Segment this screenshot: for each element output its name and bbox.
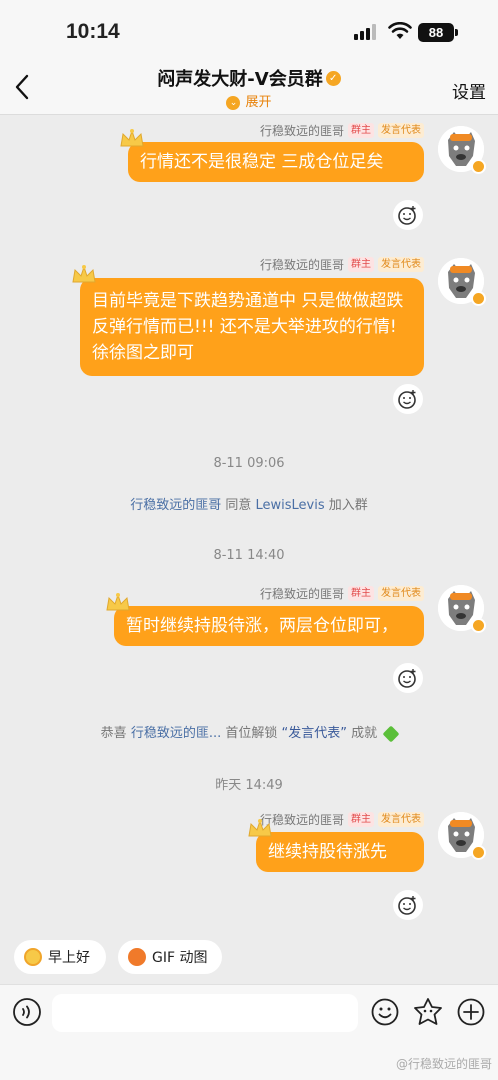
quick-reply-gif[interactable]: GIF 动图 [118,940,222,974]
add-reaction-button[interactable] [393,663,423,693]
rep-tag: 发言代表 [378,812,424,827]
sender-line: 行稳致远的匪哥 群主 发言代表 [260,811,424,828]
message-bubble[interactable]: 继续持股待涨先 [248,819,424,872]
add-reaction-button[interactable] [393,384,423,414]
voice-input-icon[interactable] [12,997,42,1027]
message-text: 继续持股待涨先 [268,842,387,862]
message-text: 暂时继续持股待涨，两层仓位即可， [126,616,398,636]
emoji-reaction-icon [398,669,416,688]
group-title[interactable]: 闷声发大财-V会员群 [157,69,322,90]
sender-line: 行稳致远的匪哥 群主 发言代表 [260,585,424,602]
sender-line: 行稳致远的匪哥 群主 发言代表 [260,122,424,139]
system-join-message: 行稳致远的匪哥 同意 LewisLevis 加入群 [0,494,498,513]
sender-name: 行稳致远的匪哥 [259,587,344,601]
emoji-reaction-icon [398,896,416,915]
crown-icon [120,129,144,147]
quick-reply-label: GIF 动图 [152,950,208,966]
owner-tag: 群主 [348,257,374,272]
status-bar: 10:14 88 [0,0,498,60]
vip-mark-icon [471,845,486,860]
owner-tag: 群主 [348,812,374,827]
system-user-link[interactable]: LewisLevis [256,498,325,513]
system-verb: 同意 [225,498,252,513]
sender-avatar[interactable] [438,812,486,860]
achievement-badge-name[interactable]: “发言代表” [282,726,347,741]
message-text: 行情还不是很稳定 三成仓位足矣 [140,152,384,172]
sender-line: 行稳致远的匪哥 群主 发言代表 [260,256,424,273]
vip-mark-icon [471,618,486,633]
owner-tag: 群主 [348,586,374,601]
achievement-suffix: 成就 [351,726,378,741]
verified-badge-icon: ✓ [325,70,341,86]
watermark: @行稳致远的匪哥 [395,1057,492,1071]
sender-avatar[interactable] [438,258,486,306]
add-more-icon[interactable] [456,997,486,1027]
sender-avatar[interactable] [438,126,486,174]
wifi-icon [388,22,412,39]
cellular-signal-icon [354,24,378,40]
emoji-reaction-icon [398,206,416,225]
sender-name: 行稳致远的匪哥 [259,258,344,272]
battery-indicator: 88 [418,23,458,42]
achievement-prefix: 恭喜 [100,726,127,741]
owner-tag: 群主 [348,123,374,138]
crown-icon [72,265,96,283]
sender-avatar[interactable] [438,585,486,633]
chat-header: 闷声发大财-V会员群 ✓ ⌄ 展开 设置 [0,60,498,115]
emoji-reaction-icon [398,390,416,409]
group-title-wrap: 闷声发大财-V会员群 ✓ [0,65,498,91]
vip-mark-icon [471,291,486,306]
add-reaction-button[interactable] [393,200,423,230]
achievement-actor-link[interactable]: 行稳致远的匪... [131,726,221,741]
rep-tag: 发言代表 [378,257,424,272]
crown-icon [248,819,272,837]
system-actor-link[interactable]: 行稳致远的匪哥 [130,498,221,513]
vip-chevron-icon: ⌄ [226,95,241,110]
add-reaction-button[interactable] [393,890,423,920]
message-bubble[interactable]: 行情还不是很稳定 三成仓位足矣 [120,129,424,182]
system-timestamp: 8-11 14:40 [213,548,285,563]
input-bar: @行稳致远的匪哥 [0,984,498,1080]
message-bubble[interactable]: 目前毕竟是下跌趋势通道中 只是做做超跌反弹行情而已!!! 还不是大举进攻的行情!… [72,265,424,376]
message-bubble[interactable]: 暂时继续持股待涨，两层仓位即可， [106,593,424,646]
expand-label: 展开 [245,95,272,110]
status-time: 10:14 [66,20,120,43]
achievement-gem-icon [382,725,400,742]
quick-reply-label: 早上好 [48,950,90,966]
system-timestamp: 昨天 14:49 [215,778,283,793]
system-suffix: 加入群 [328,498,368,513]
message-text: 目前毕竟是下跌趋势通道中 只是做做超跌反弹行情而已!!! 还不是大举进攻的行情!… [92,291,404,363]
expand-button[interactable]: ⌄ 展开 [0,91,498,110]
rep-tag: 发言代表 [378,123,424,138]
emoji-icon[interactable] [370,997,400,1027]
message-input[interactable] [52,994,358,1032]
achievement-middle: 首位解锁 [225,726,278,741]
sender-name: 行稳致远的匪哥 [259,124,344,138]
gif-icon [128,948,146,966]
vip-mark-icon [471,159,486,174]
crown-icon [106,593,130,611]
quick-reply-good-morning[interactable]: 早上好 [14,940,106,974]
chat-messages[interactable]: 行稳致远的匪哥 群主 发言代表 行情还不是很稳定 三成仓位足矣 行稳致远的匪哥 … [0,116,498,980]
system-achievement-message: 恭喜 行稳致远的匪... 首位解锁 “发言代表” 成就 [0,722,498,742]
sun-emoji-icon [24,948,42,966]
settings-button[interactable]: 设置 [452,78,486,103]
rep-tag: 发言代表 [378,586,424,601]
sticker-icon[interactable] [412,996,444,1028]
system-timestamp: 8-11 09:06 [213,456,285,471]
